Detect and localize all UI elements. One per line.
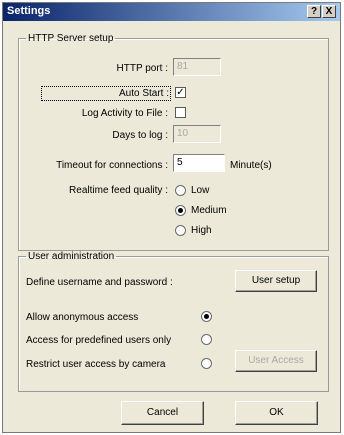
days-to-log-label: Days to log :	[112, 130, 168, 141]
quality-high-label: High	[191, 225, 212, 236]
auto-start-label: Auto Start :	[41, 86, 171, 101]
log-activity-checkbox[interactable]	[175, 107, 186, 118]
quality-low-radio[interactable]	[175, 185, 186, 196]
title-bar[interactable]: Settings ? X	[3, 3, 340, 21]
quality-medium-radio[interactable]	[175, 205, 186, 216]
ok-button[interactable]: OK	[235, 401, 318, 425]
quality-label: Realtime feed quality :	[69, 185, 168, 196]
anonymous-access-radio[interactable]	[201, 311, 212, 322]
close-button[interactable]: X	[322, 5, 336, 18]
timeout-field[interactable]: 5	[173, 154, 225, 172]
timeout-label: Timeout for connections :	[56, 160, 168, 171]
settings-dialog: Settings ? X HTTP Server setup HTTP port…	[2, 2, 341, 433]
user-setup-button[interactable]: User setup	[235, 270, 317, 292]
define-user-label: Define username and password :	[26, 277, 173, 288]
timeout-unit-label: Minute(s)	[230, 160, 272, 171]
http-port-field[interactable]: 81	[173, 58, 221, 76]
check-mark-icon: ✓	[176, 87, 185, 98]
quality-low-label: Low	[191, 185, 210, 196]
cancel-button[interactable]: Cancel	[121, 401, 204, 425]
days-to-log-field[interactable]: 10	[173, 125, 221, 143]
quality-medium-label: Medium	[191, 205, 227, 216]
log-activity-label: Log Activity to File :	[81, 108, 168, 119]
anonymous-access-label: Allow anonymous access	[26, 312, 139, 323]
http-port-label: HTTP port :	[116, 63, 169, 74]
user-access-button[interactable]: User Access	[235, 350, 317, 372]
help-button[interactable]: ?	[307, 5, 321, 18]
restrict-by-camera-label: Restrict user access by camera	[26, 359, 166, 370]
predefined-users-radio[interactable]	[201, 334, 212, 345]
predefined-users-label: Access for predefined users only	[26, 335, 172, 346]
restrict-by-camera-radio[interactable]	[201, 358, 212, 369]
http-server-legend: HTTP Server setup	[28, 33, 114, 44]
window-title: Settings	[7, 5, 51, 17]
user-admin-legend: User administration	[28, 251, 115, 262]
auto-start-checkbox[interactable]: ✓	[175, 87, 186, 98]
quality-high-radio[interactable]	[175, 225, 186, 236]
